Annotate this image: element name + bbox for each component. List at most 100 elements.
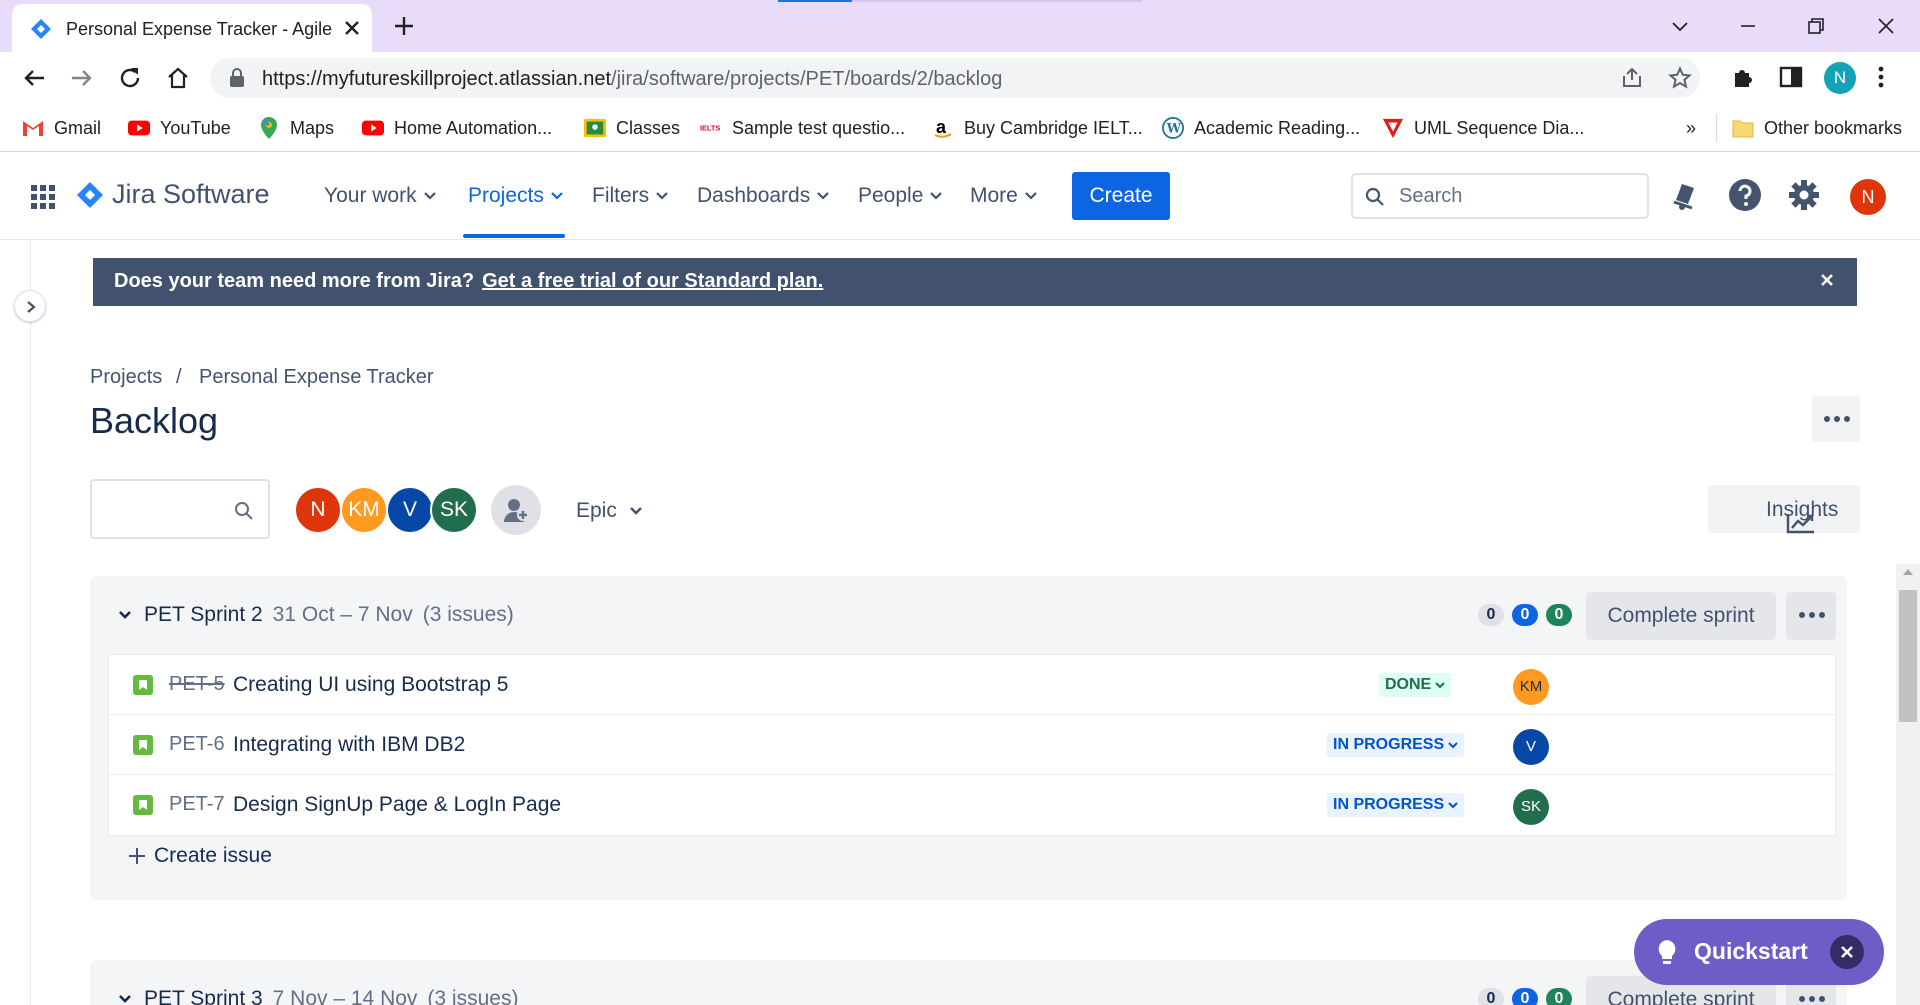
banner-close-icon[interactable] [1819, 272, 1835, 288]
avatar-filter[interactable]: SK [430, 486, 478, 534]
issue-key[interactable]: PET-5 [169, 673, 225, 696]
lock-icon[interactable] [228, 68, 246, 88]
side-panel-icon[interactable] [1778, 64, 1804, 90]
tab-close-icon[interactable] [340, 16, 364, 40]
assignee-avatar[interactable]: KM [1513, 669, 1549, 705]
bookmark-home-automation[interactable]: Home Automation... [362, 116, 552, 140]
forward-icon[interactable] [68, 64, 96, 92]
sprint-actions-button[interactable] [1786, 592, 1836, 640]
page-actions-button[interactable] [1812, 396, 1860, 442]
user-avatar[interactable]: N [1850, 179, 1886, 215]
settings-gear-icon[interactable] [1787, 178, 1821, 212]
quickstart-button[interactable]: Quickstart [1634, 919, 1884, 985]
bookmarks-overflow[interactable]: » [1686, 116, 1696, 140]
bookmark-classes[interactable]: Classes [584, 116, 680, 140]
scrollbar-thumb[interactable] [1899, 590, 1917, 722]
add-people-button[interactable] [491, 485, 541, 535]
lightbulb-icon [1656, 939, 1678, 967]
complete-sprint-button[interactable]: Complete sprint [1586, 592, 1776, 640]
avatar-filter[interactable]: KM [340, 486, 388, 534]
breadcrumb-project[interactable]: Personal Expense Tracker [199, 366, 434, 389]
sprint-header[interactable]: PET Sprint 2 31 Oct – 7 Nov (3 issues) [118, 576, 514, 654]
banner-trial-link[interactable]: Get a free trial of our Standard plan. [482, 270, 823, 292]
issue-summary[interactable]: Design SignUp Page & LogIn Page [233, 793, 561, 817]
bookmark-gmail[interactable]: Gmail [22, 116, 101, 140]
bookmark-label: Home Automation... [394, 117, 553, 138]
assignee-avatar[interactable]: V [1513, 729, 1549, 765]
address-bar[interactable]: https://myfutureskillproject.atlassian.n… [210, 58, 1700, 98]
status-dropdown[interactable]: DONE [1379, 673, 1452, 697]
status-dropdown[interactable]: IN PROGRESS [1327, 793, 1465, 817]
create-issue-label: Create issue [154, 844, 272, 867]
extensions-icon[interactable] [1730, 64, 1756, 90]
bookmark-maps[interactable]: Maps [258, 116, 334, 140]
tab-search-icon[interactable] [1666, 12, 1694, 40]
create-button[interactable]: Create [1072, 172, 1170, 220]
app-switcher-icon[interactable] [30, 184, 56, 210]
bookmark-youtube[interactable]: YouTube [128, 116, 231, 140]
bookmark-other[interactable]: Other bookmarks [1732, 116, 1902, 140]
bookmark-buy-cambridge[interactable]: a Buy Cambridge IELT... [932, 116, 1143, 140]
done-count-badge: 0 [1546, 988, 1572, 1005]
status-dropdown[interactable]: IN PROGRESS [1327, 733, 1465, 757]
assignee-avatar[interactable]: SK [1513, 789, 1549, 825]
issue-row[interactable]: PET-5 Creating UI using Bootstrap 5 DONE… [109, 655, 1835, 715]
scroll-up-icon[interactable] [1902, 568, 1914, 576]
nav-your-work[interactable]: Your work [324, 184, 437, 208]
bookmark-sample-test[interactable]: IELTS Sample test questio... [700, 116, 905, 140]
quickstart-close-icon[interactable] [1830, 935, 1864, 969]
search-input[interactable]: Search [1351, 173, 1649, 219]
create-issue-button[interactable]: Create issue [128, 844, 272, 868]
epic-filter-dropdown[interactable]: Epic [576, 499, 643, 523]
issue-row[interactable]: PET-7 Design SignUp Page & LogIn Page IN… [109, 775, 1835, 835]
amazon-icon: a [932, 117, 954, 139]
issue-key[interactable]: PET-6 [169, 733, 225, 756]
issue-row[interactable]: PET-6 Integrating with IBM DB2 IN PROGRE… [109, 715, 1835, 775]
breadcrumb-projects[interactable]: Projects [90, 366, 162, 389]
tab-title: Personal Expense Tracker - Agile board -… [66, 19, 336, 39]
back-icon[interactable] [20, 64, 48, 92]
minimize-icon[interactable] [1734, 12, 1762, 40]
issue-key[interactable]: PET-7 [169, 793, 225, 816]
avatar-filter[interactable]: V [386, 486, 434, 534]
issue-summary[interactable]: Integrating with IBM DB2 [233, 733, 465, 757]
insights-label: Insights [1766, 498, 1839, 521]
bookmark-label: Buy Cambridge IELT... [964, 117, 1143, 138]
in-progress-count-badge: 0 [1512, 988, 1538, 1005]
browser-profile-avatar[interactable]: N [1824, 62, 1856, 94]
board-search-input[interactable] [90, 479, 270, 539]
sprint-header[interactable]: PET Sprint 3 7 Nov – 14 Nov (3 issues) [118, 976, 518, 1005]
nav-dashboards[interactable]: Dashboards [697, 184, 830, 208]
jira-logo[interactable]: Jira Software [76, 179, 270, 210]
bookmark-label: Classes [616, 117, 681, 138]
chevron-down-icon [629, 506, 643, 516]
reload-icon[interactable] [116, 64, 144, 92]
chevron-down-icon[interactable] [118, 994, 132, 1004]
search-placeholder: Search [1399, 185, 1463, 207]
close-window-icon[interactable] [1872, 12, 1900, 40]
new-tab-icon[interactable] [390, 12, 418, 40]
issue-summary[interactable]: Creating UI using Bootstrap 5 [233, 673, 508, 697]
insights-button[interactable]: Insights [1708, 485, 1860, 534]
browser-menu-icon[interactable] [1876, 64, 1886, 90]
todo-count-badge: 0 [1478, 604, 1504, 626]
bookmark-star-icon[interactable] [1668, 66, 1692, 90]
nav-projects[interactable]: Projects [468, 184, 564, 208]
restore-icon[interactable] [1802, 12, 1830, 40]
share-icon[interactable] [1620, 66, 1644, 90]
avatar-filter[interactable]: N [294, 486, 342, 534]
story-icon [133, 675, 153, 695]
browser-tab-active[interactable]: Personal Expense Tracker - Agile board -… [12, 4, 372, 52]
help-icon[interactable] [1728, 178, 1762, 212]
nav-active-indicator [463, 234, 565, 238]
chevron-down-icon[interactable] [118, 610, 132, 620]
expand-sidebar-button[interactable] [14, 290, 46, 322]
nav-people[interactable]: People [858, 184, 943, 208]
nav-more[interactable]: More [970, 184, 1038, 208]
notifications-icon[interactable] [1670, 178, 1698, 212]
home-icon[interactable] [164, 64, 192, 92]
bookmark-uml-sequence[interactable]: UML Sequence Dia... [1382, 116, 1584, 140]
bookmark-label: UML Sequence Dia... [1414, 117, 1585, 138]
nav-filters[interactable]: Filters [592, 184, 669, 208]
bookmark-academic-reading[interactable]: W Academic Reading... [1162, 116, 1360, 140]
